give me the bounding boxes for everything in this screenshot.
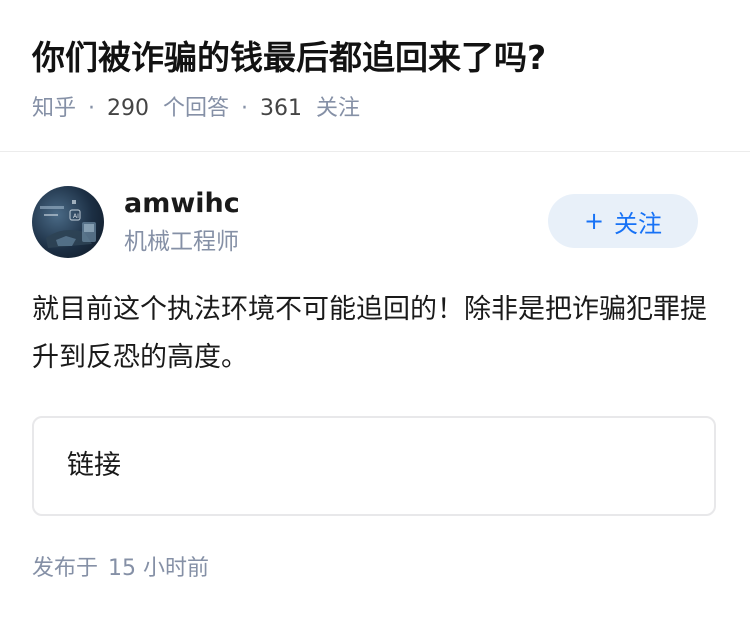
follower-count: 361 <box>260 96 303 121</box>
link-card[interactable]: 链接 <box>32 416 716 516</box>
author-row: AI amwihc 机械工程师 + 关注 <box>32 186 718 260</box>
publish-prefix: 发布于 <box>32 556 99 581</box>
svg-text:AI: AI <box>73 213 79 220</box>
author-name[interactable]: amwihc <box>124 186 240 222</box>
header-divider <box>0 151 750 152</box>
question-header: 你们被诈骗的钱最后都追回来了吗? 知乎 · 290 个回答 · 361 关注 <box>32 30 722 124</box>
avatar-image: AI <box>40 200 96 248</box>
link-card-label: 链接 <box>67 450 121 481</box>
meta-separator: · <box>241 96 249 121</box>
author-headline: 机械工程师 <box>124 229 239 255</box>
publish-time-unit: 小时前 <box>143 556 210 581</box>
question-title[interactable]: 你们被诈骗的钱最后都追回来了吗? <box>32 30 722 86</box>
question-meta: 知乎 · 290 个回答 · 361 关注 <box>32 94 722 124</box>
follow-button-label: 关注 <box>614 209 663 238</box>
answer-count: 290 <box>107 96 150 121</box>
answer-count-label: 个回答 <box>163 96 230 121</box>
publish-time-value: 15 <box>108 556 137 581</box>
follow-button[interactable]: + 关注 <box>548 194 698 248</box>
question-source[interactable]: 知乎 <box>32 96 76 121</box>
publish-info: 发布于 15 小时前 <box>32 554 209 584</box>
answer-content: 就目前这个执法环境不可能追回的！除非是把诈骗犯罪提升到反恐的高度。 <box>32 294 707 373</box>
avatar[interactable]: AI <box>32 186 104 258</box>
plus-icon: + <box>583 207 605 235</box>
follower-count-label: 关注 <box>316 96 361 121</box>
meta-separator: · <box>88 96 96 121</box>
